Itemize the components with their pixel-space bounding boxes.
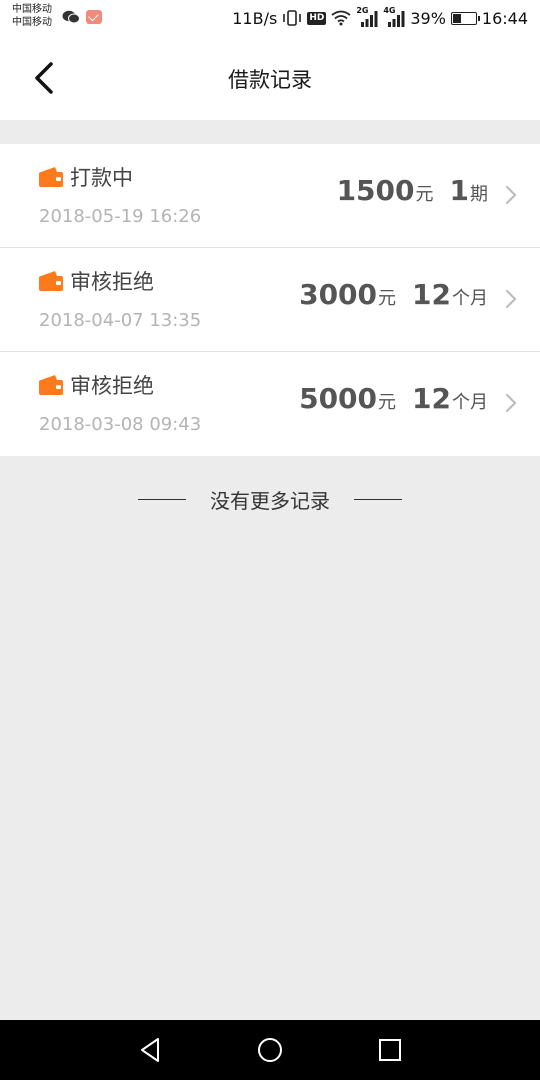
carrier-2: 中国移动 xyxy=(12,17,52,28)
signal-2g: 2G xyxy=(356,6,378,27)
triangle-back-icon xyxy=(141,1038,159,1062)
record-status: 审核拒绝 xyxy=(38,370,154,400)
status-bar: 中国移动 中国移动 11B/s HD 2G 4G 39% 16:44 xyxy=(0,0,540,36)
square-recents-icon xyxy=(379,1039,401,1061)
record-status: 审核拒绝 xyxy=(38,266,154,296)
status-right: 11B/s HD 2G 4G 39% 16:44 xyxy=(232,6,528,30)
no-more-records: 没有更多记录 xyxy=(0,484,540,514)
record-amount-term: 3000 元 12 个月 xyxy=(299,278,488,311)
wechat-icon xyxy=(62,10,80,24)
mail-icon xyxy=(86,10,102,24)
term-value: 12 xyxy=(412,278,451,311)
chevron-right-icon xyxy=(505,185,517,205)
record-row[interactable]: 审核拒绝 2018-03-08 09:43 5000 元 12 个月 xyxy=(0,352,540,456)
nav-recents-button[interactable] xyxy=(374,1034,406,1066)
no-more-text: 没有更多记录 xyxy=(210,488,330,513)
circle-home-icon xyxy=(258,1038,282,1062)
vibrate-icon xyxy=(283,10,302,26)
wifi-icon xyxy=(331,10,351,26)
term-unit: 期 xyxy=(470,184,488,205)
amount-unit: 元 xyxy=(415,184,434,205)
carrier-info: 中国移动 中国移动 xyxy=(12,3,52,29)
wallet-icon xyxy=(39,271,63,291)
divider-left xyxy=(138,498,186,500)
chevron-right-icon xyxy=(505,393,517,413)
record-list: 打款中 2018-05-19 16:26 1500 元 1 期 审核拒绝 201… xyxy=(0,144,540,456)
page-title: 借款记录 xyxy=(228,68,312,92)
signal-bars-icon xyxy=(361,11,378,27)
amount-value: 5000 xyxy=(299,382,378,415)
wallet-icon xyxy=(39,375,63,395)
amount-unit: 元 xyxy=(378,288,397,309)
term-unit: 个月 xyxy=(452,288,488,309)
record-row[interactable]: 审核拒绝 2018-04-07 13:35 3000 元 12 个月 xyxy=(0,248,540,352)
record-date: 2018-03-08 09:43 xyxy=(39,414,202,435)
nav-back-button[interactable] xyxy=(134,1034,166,1066)
amount-unit: 元 xyxy=(378,392,397,413)
record-amount-term: 5000 元 12 个月 xyxy=(299,382,488,415)
record-date: 2018-04-07 13:35 xyxy=(39,310,202,331)
battery-fill xyxy=(452,13,461,23)
term-value: 1 xyxy=(449,174,469,207)
clock: 16:44 xyxy=(481,8,528,28)
battery-icon xyxy=(450,11,480,25)
status-text: 审核拒绝 xyxy=(70,374,154,398)
record-amount-term: 1500 元 1 期 xyxy=(337,174,488,207)
network-speed: 11B/s xyxy=(232,8,278,28)
record-row[interactable]: 打款中 2018-05-19 16:26 1500 元 1 期 xyxy=(0,144,540,248)
signal-4g: 4G xyxy=(383,6,405,27)
hd-badge: HD xyxy=(307,11,327,25)
nav-home-button[interactable] xyxy=(254,1034,286,1066)
app-header: 借款记录 xyxy=(0,36,540,120)
record-date: 2018-05-19 16:26 xyxy=(39,206,202,227)
wallet-icon xyxy=(39,167,63,187)
status-text: 打款中 xyxy=(70,166,133,190)
signal-bars-icon xyxy=(388,11,405,27)
amount-value: 1500 xyxy=(336,174,415,207)
battery-percent: 39% xyxy=(410,8,446,28)
term-value: 12 xyxy=(412,382,451,415)
amount-value: 3000 xyxy=(299,278,378,311)
status-text: 审核拒绝 xyxy=(70,270,154,294)
chevron-right-icon xyxy=(505,289,517,309)
record-status: 打款中 xyxy=(38,162,133,192)
carrier-1: 中国移动 xyxy=(12,4,52,15)
divider-right xyxy=(354,498,402,500)
term-unit: 个月 xyxy=(452,392,488,413)
system-nav-bar xyxy=(0,1020,540,1080)
